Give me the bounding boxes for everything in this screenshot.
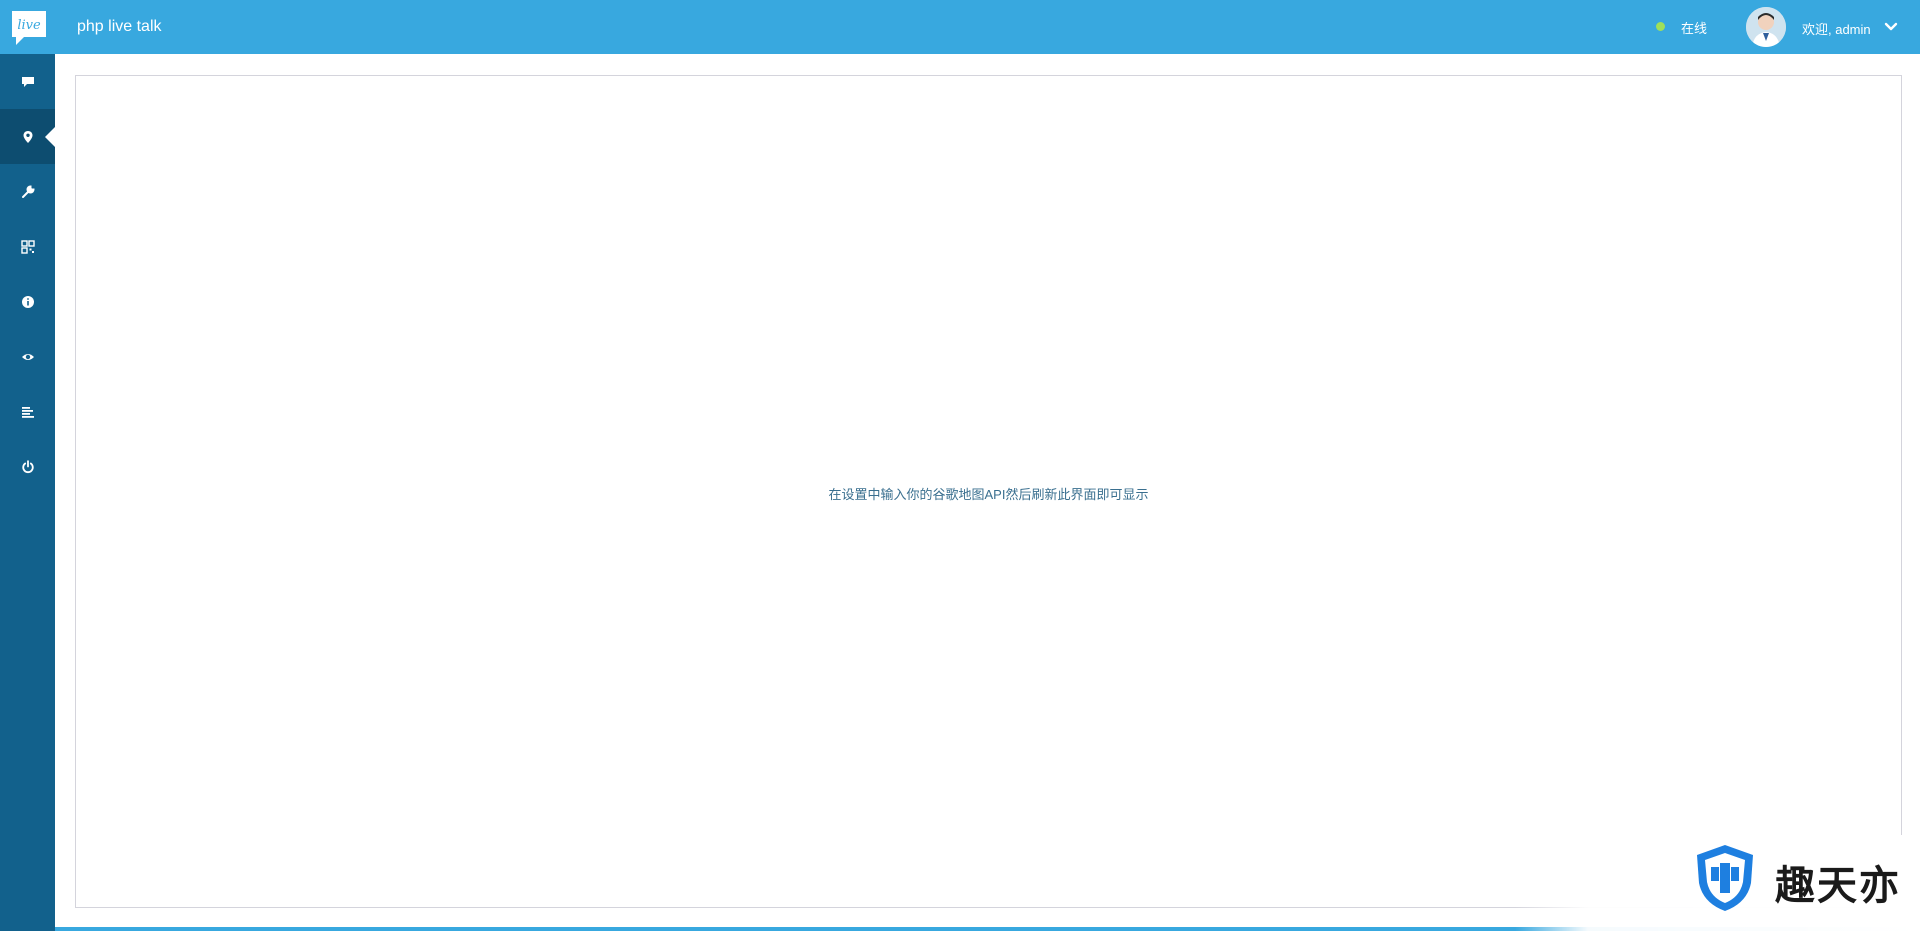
avatar[interactable] xyxy=(1746,7,1786,47)
watermark-text: 趣天亦 xyxy=(1775,863,1901,909)
sidebar-item-map[interactable] xyxy=(0,109,55,164)
sidebar-item-history[interactable] xyxy=(0,384,55,439)
eye-icon xyxy=(21,353,34,360)
map-api-message: 在设置中输入你的谷歌地图API然后刷新此界面即可显示 xyxy=(828,487,1149,502)
sidebar-item-logout[interactable] xyxy=(0,439,55,494)
power-icon xyxy=(21,459,34,473)
app-title: php live talk xyxy=(77,18,162,35)
welcome-text: 欢迎, admin xyxy=(1802,22,1871,37)
sidebar-item-settings[interactable] xyxy=(0,164,55,219)
wrench-icon xyxy=(21,184,35,198)
chevron-down-icon[interactable] xyxy=(1884,20,1898,34)
align-left-icon xyxy=(21,406,34,418)
app-logo[interactable]: live xyxy=(10,9,48,47)
online-status-dot xyxy=(1656,22,1665,31)
watermark: 趣天亦 xyxy=(1515,835,1920,931)
top-bar: live php live talk 在线 欢迎, admin xyxy=(0,0,1920,54)
qrcode-icon xyxy=(20,239,35,254)
sidebar-item-visitors[interactable] xyxy=(0,329,55,384)
chat-icon xyxy=(21,76,34,87)
map-panel: 在设置中输入你的谷歌地图API然后刷新此界面即可显示 xyxy=(75,75,1902,908)
sidebar-item-info[interactable] xyxy=(0,274,55,329)
map-marker-icon xyxy=(23,130,32,143)
sidebar-item-qrcode[interactable] xyxy=(0,219,55,274)
sidebar xyxy=(0,54,55,931)
info-icon xyxy=(21,295,34,308)
online-status-label[interactable]: 在线 xyxy=(1681,18,1707,37)
user-menu[interactable]: 欢迎, admin xyxy=(1746,6,1906,48)
shield-logo-icon xyxy=(1697,845,1753,911)
sidebar-item-chat[interactable] xyxy=(0,54,55,109)
svg-text:live: live xyxy=(17,18,41,33)
